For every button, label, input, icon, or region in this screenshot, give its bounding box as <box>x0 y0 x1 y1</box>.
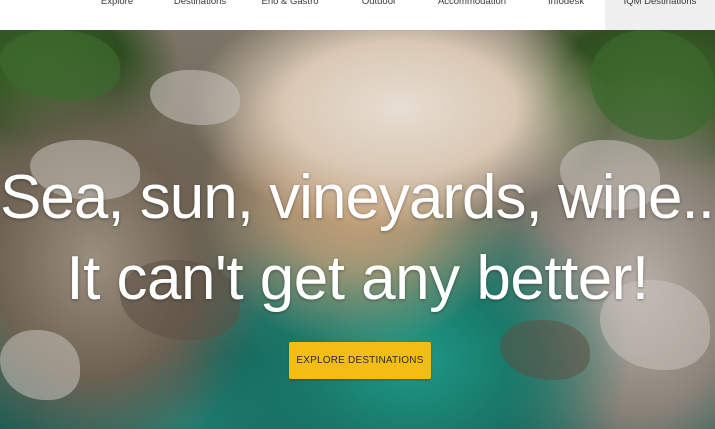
hero-headline-line1: Sea, sun, vineyards, wine... <box>0 163 715 232</box>
explore-destinations-button[interactable]: EXPLORE DESTINATIONS <box>289 342 431 379</box>
hero-headline-line2: It can't get any better! <box>66 244 649 313</box>
nav-item-explore[interactable]: Explore <box>92 0 142 30</box>
top-navigation: Explore Destinations Eno & Gastro Outdoo… <box>0 0 715 30</box>
nav-item-eno-gastro[interactable]: Eno & Gastro <box>258 0 322 30</box>
vegetation-patch <box>590 30 715 140</box>
hero-background-photo: Sea, sun, vineyards, wine... It can't ge… <box>0 30 715 429</box>
vegetation-patch <box>0 30 120 100</box>
rock-patch <box>500 320 590 380</box>
rock-patch <box>0 330 80 400</box>
nav-item-outdoor[interactable]: Outdoor <box>352 0 406 30</box>
nav-item-destinations[interactable]: Destinations <box>166 0 234 30</box>
rock-patch <box>150 70 240 125</box>
nav-item-infodesk[interactable]: Infodesk <box>539 0 593 30</box>
nav-item-iqm-destinations[interactable]: IQM Destinations <box>605 0 715 30</box>
nav-item-accommodation[interactable]: Accommodation <box>430 0 514 30</box>
